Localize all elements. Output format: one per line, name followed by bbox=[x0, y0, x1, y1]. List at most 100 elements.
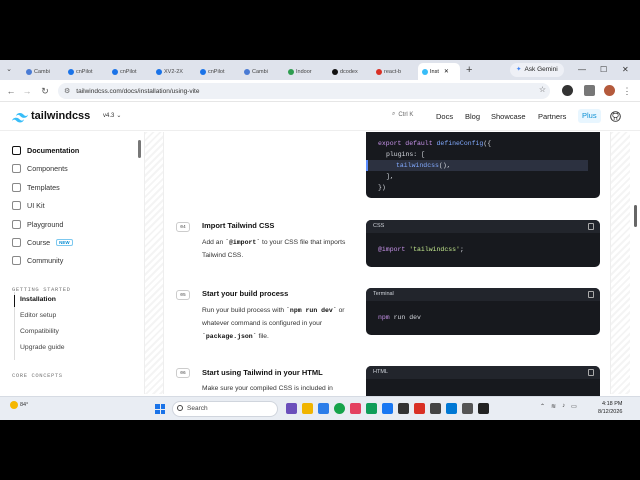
tailwind-logo-icon[interactable] bbox=[12, 111, 28, 123]
sidebar-item-installation[interactable]: Installation bbox=[20, 296, 56, 303]
code-line: }) bbox=[378, 182, 588, 193]
menu-dots-icon[interactable]: ⋮ bbox=[620, 84, 634, 98]
close-window-button[interactable]: ✕ bbox=[622, 63, 629, 77]
browser-tab[interactable]: XV2-2X bbox=[152, 63, 186, 80]
app-icon[interactable] bbox=[366, 403, 377, 414]
windows-start-icon[interactable] bbox=[155, 404, 165, 414]
weather-sun-icon bbox=[10, 401, 18, 409]
copy-icon[interactable] bbox=[588, 223, 594, 230]
weather-widget[interactable]: 84° bbox=[10, 401, 28, 409]
new-tab-button[interactable]: + bbox=[466, 63, 472, 77]
site-info-icon[interactable]: ⚙ bbox=[64, 87, 70, 95]
code-token: npm bbox=[378, 314, 390, 321]
sidebar-item-upgrade-guide[interactable]: Upgrade guide bbox=[20, 344, 65, 351]
file-explorer-icon[interactable] bbox=[302, 403, 313, 414]
forward-arrow-icon[interactable]: → bbox=[20, 84, 34, 98]
sidebar-item-templates[interactable]: Templates bbox=[12, 183, 60, 192]
extensions-puzzle-icon[interactable] bbox=[584, 85, 595, 96]
code-token: plugins: [ bbox=[386, 151, 426, 158]
terminal-icon[interactable] bbox=[478, 403, 489, 414]
tab-label: dcodex bbox=[340, 68, 358, 75]
version-selector[interactable]: v4.3 ⌄ bbox=[103, 112, 121, 120]
nav-docs[interactable]: Docs bbox=[436, 112, 453, 121]
code-block-html: HTML bbox=[366, 366, 600, 396]
sidebar-item-components[interactable]: Components bbox=[12, 164, 68, 173]
sidebar-item-compatibility[interactable]: Compatibility bbox=[20, 328, 59, 335]
browser-tab-active[interactable]: Inst ✕ bbox=[418, 63, 460, 80]
github-icon[interactable] bbox=[610, 111, 621, 122]
site-logo-text[interactable]: tailwindcss bbox=[31, 110, 90, 122]
sidebar-item-community[interactable]: Community bbox=[12, 256, 63, 265]
clock-date: 8/12/2026 bbox=[598, 409, 623, 415]
page-scrollbar[interactable] bbox=[634, 205, 637, 227]
browser-tab[interactable]: Cambi bbox=[240, 63, 274, 80]
nav-showcase[interactable]: Showcase bbox=[491, 112, 526, 121]
ask-gemini-button[interactable]: ✦ Ask Gemini bbox=[510, 63, 564, 77]
copy-icon[interactable] bbox=[588, 369, 594, 376]
app-icon[interactable] bbox=[414, 403, 425, 414]
minimize-button[interactable]: — bbox=[578, 63, 586, 77]
taskbar-search[interactable]: Search bbox=[172, 401, 278, 417]
tab-favicon-icon bbox=[26, 68, 32, 75]
step-description: Add an `@import` to your CSS file that i… bbox=[202, 236, 362, 262]
app-icon[interactable] bbox=[398, 403, 409, 414]
nav-blog[interactable]: Blog bbox=[465, 112, 480, 121]
browser-tab[interactable]: cnPilot bbox=[196, 63, 230, 80]
inline-code: `package.json` bbox=[202, 333, 257, 340]
step-number: 05 bbox=[176, 290, 190, 300]
browser-tab[interactable]: dcodex bbox=[328, 63, 362, 80]
nav-partners[interactable]: Partners bbox=[538, 112, 566, 121]
reload-icon[interactable]: ↻ bbox=[38, 84, 52, 98]
sidebar-item-playground[interactable]: Playground bbox=[12, 220, 63, 229]
address-bar[interactable]: ⚙ tailwindcss.com/docs/installation/usin… bbox=[58, 83, 550, 99]
tab-favicon-icon bbox=[244, 68, 250, 75]
app-icon[interactable] bbox=[462, 403, 473, 414]
code-block-terminal: Terminal npm run dev bbox=[366, 288, 600, 335]
back-arrow-icon[interactable]: ← bbox=[4, 84, 18, 98]
maximize-button[interactable]: ☐ bbox=[600, 63, 607, 77]
vscode-icon[interactable] bbox=[446, 403, 457, 414]
browser-tab[interactable]: cnPilot bbox=[64, 63, 98, 80]
tab-label: react-b bbox=[384, 68, 402, 75]
tab-search-icon[interactable]: ⌄ bbox=[4, 65, 14, 75]
extension-icon[interactable] bbox=[562, 85, 573, 96]
clock-time: 4:18 PM bbox=[601, 401, 623, 407]
tab-strip: ⌄ Cambi cnPilot cnPilot XV2-2X cnPilot C… bbox=[0, 60, 640, 80]
edge-icon[interactable] bbox=[318, 403, 329, 414]
chrome-icon[interactable] bbox=[334, 403, 345, 414]
sidebar-item-documentation[interactable]: Documentation bbox=[12, 146, 79, 155]
app-icon[interactable] bbox=[430, 403, 441, 414]
battery-icon: ▭ bbox=[571, 404, 577, 410]
tab-label: Inst bbox=[430, 68, 439, 75]
code-token: ], bbox=[386, 173, 394, 180]
sidebar-scrollbar[interactable] bbox=[138, 140, 141, 158]
sidebar-item-ui-kit[interactable]: UI Kit bbox=[12, 201, 45, 210]
sidebar-item-course[interactable]: Course NEW bbox=[12, 238, 73, 247]
site-header: tailwindcss v4.3 ⌄ ⌕ Ctrl K Docs Blog Show… bbox=[0, 103, 640, 131]
app-icon[interactable] bbox=[350, 403, 361, 414]
bookmark-star-icon[interactable]: ☆ bbox=[539, 85, 546, 94]
tab-label: XV2-2X bbox=[164, 68, 183, 75]
taskbar-clock[interactable]: 4:18 PM 8/12/2026 bbox=[598, 400, 622, 416]
sidebar: Documentation Components Templates UI Ki… bbox=[0, 132, 140, 394]
tab-label: cnPilot bbox=[120, 68, 137, 75]
inline-code: `@import` bbox=[225, 239, 261, 246]
code-block-css: CSS @import 'tailwindcss'; bbox=[366, 220, 600, 267]
sidebar-item-label: UI Kit bbox=[27, 201, 45, 210]
search-button[interactable]: ⌕ Ctrl K bbox=[392, 111, 413, 118]
copy-icon[interactable] bbox=[588, 291, 594, 298]
gemini-icon: ✦ bbox=[516, 66, 522, 73]
task-view-icon[interactable] bbox=[286, 403, 297, 414]
browser-tab[interactable]: cnPilot bbox=[108, 63, 142, 80]
close-tab-icon[interactable]: ✕ bbox=[444, 68, 449, 75]
nav-plus[interactable]: Plus bbox=[578, 109, 601, 123]
sidebar-item-label: Templates bbox=[27, 183, 60, 192]
browser-tab[interactable]: Indoor bbox=[284, 63, 318, 80]
system-tray[interactable]: ⌃ ≋ ♪ ▭ bbox=[540, 403, 577, 410]
code-language-label: HTML bbox=[373, 369, 388, 375]
browser-tab[interactable]: Cambi bbox=[22, 63, 56, 80]
profile-avatar[interactable] bbox=[604, 85, 615, 96]
app-icon[interactable] bbox=[382, 403, 393, 414]
browser-tab[interactable]: react-b bbox=[372, 63, 406, 80]
sidebar-item-editor-setup[interactable]: Editor setup bbox=[20, 312, 56, 319]
